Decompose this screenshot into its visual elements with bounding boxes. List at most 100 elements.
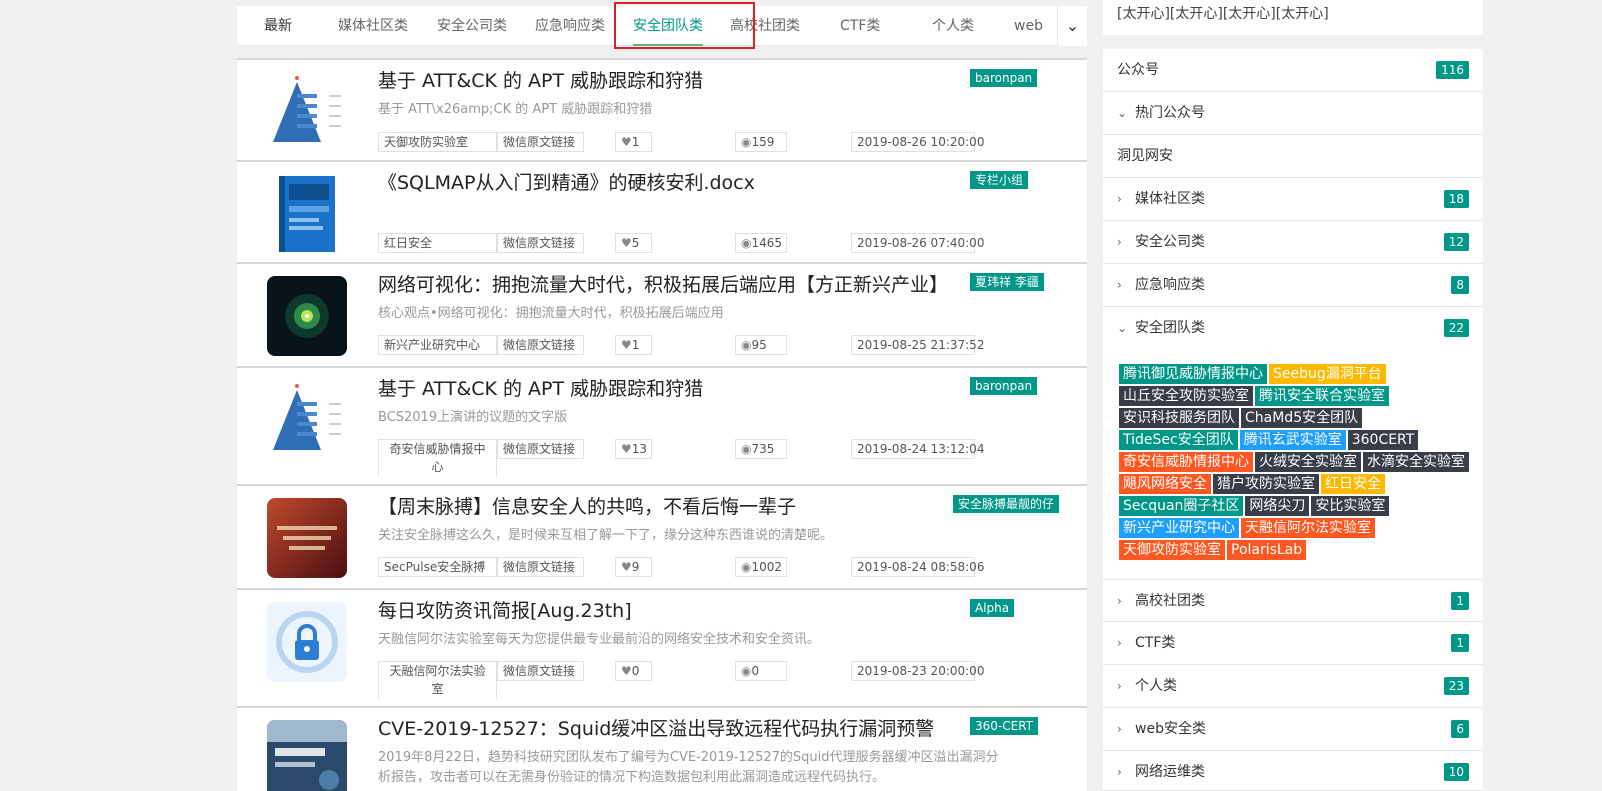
article-item[interactable]: CVE-2019-12527：Squid缓冲区溢出导致远程代码执行漏洞预警 20… <box>237 706 1087 791</box>
category-tab-bar: 最新 媒体社区类 安全公司类 应急响应类 安全团队类 高校社团类 CTF类 个人… <box>237 6 1087 46</box>
eye-icon: ◉ <box>741 560 752 574</box>
article-item[interactable]: 基于 ATT&CK 的 APT 威胁跟踪和狩猎 基于 ATT\x26amp;CK… <box>237 58 1087 160</box>
source-tag[interactable]: 红日安全 <box>378 233 497 253</box>
sidebar-item-team[interactable]: ⌄ 安全团队类 22 <box>1103 307 1483 350</box>
team-tag[interactable]: 水滴安全实验室 <box>1363 452 1469 472</box>
source-tag[interactable]: 奇安信威胁情报中心 <box>378 439 497 477</box>
article-item[interactable]: 《SQLMAP从入门到精通》的硬核安利.docx 专栏小组 红日安全 微信原文链… <box>237 160 1087 262</box>
sidebar-item-university[interactable]: › 高校社团类 1 <box>1103 579 1483 622</box>
article-thumbnail[interactable] <box>267 380 347 460</box>
tab-ctf[interactable]: CTF类 <box>840 6 880 46</box>
network-eye-icon <box>267 276 347 356</box>
sidebar-item-ops[interactable]: › 网络运维类 10 <box>1103 751 1483 791</box>
article-item[interactable]: 网络可视化：拥抱流量大时代，积极拓展后端应用【方正新兴产业】 核心观点•网络可视… <box>237 262 1087 366</box>
team-tag[interactable]: Secquan圈子社区 <box>1119 496 1244 516</box>
article-thumbnail[interactable] <box>267 602 347 682</box>
article-title[interactable]: 基于 ATT&CK 的 APT 威胁跟踪和狩猎 <box>378 374 703 401</box>
team-tag[interactable]: TideSec安全团队 <box>1119 430 1238 450</box>
count-badge: 10 <box>1443 763 1469 781</box>
like-count[interactable]: ♥9 <box>615 557 652 577</box>
tab-company[interactable]: 安全公司类 <box>437 6 507 46</box>
article-title[interactable]: 每日攻防资讯简报[Aug.23th] <box>378 596 632 623</box>
team-tag[interactable]: 腾讯御见威胁情报中心 <box>1119 364 1267 384</box>
team-tag[interactable]: ChaMd5安全团队 <box>1241 408 1363 428</box>
wechat-link[interactable]: 微信原文链接 <box>497 233 584 253</box>
article-title[interactable]: 【周末脉搏】信息安全人的共鸣，不看后悔一辈子 <box>378 492 796 519</box>
sidebar-item-personal[interactable]: › 个人类 23 <box>1103 665 1483 708</box>
sidebar-hot-account[interactable]: 洞见网安 <box>1103 135 1483 178</box>
article-item[interactable]: 基于 ATT&CK 的 APT 威胁跟踪和狩猎 BCS2019上演讲的议题的文字… <box>237 366 1087 484</box>
wechat-link[interactable]: 微信原文链接 <box>497 557 584 577</box>
team-tag[interactable]: Seebug漏洞平台 <box>1269 364 1386 384</box>
source-tag[interactable]: SecPulse安全脉搏 <box>378 557 497 577</box>
wechat-link[interactable]: 微信原文链接 <box>497 439 584 459</box>
view-count: ◉735 <box>735 439 787 459</box>
sidebar-item-hot[interactable]: ⌄ 热门公众号 <box>1103 92 1483 135</box>
tab-emergency[interactable]: 应急响应类 <box>535 6 605 46</box>
source-tag[interactable]: 新兴产业研究中心 <box>378 335 497 355</box>
team-tag[interactable]: 红日安全 <box>1321 474 1385 494</box>
team-tag-cloud: 腾讯御见威胁情报中心 Seebug漏洞平台山丘安全攻防实验室 腾讯安全联合实验室安识… <box>1119 364 1479 562</box>
article-summary: 核心观点•网络可视化：拥抱流量大时代，积极拓展后端应用 <box>378 306 724 321</box>
count-badge: 12 <box>1443 233 1469 251</box>
team-tag[interactable]: 安识科技服务团队 <box>1119 408 1239 428</box>
tab-more-button[interactable]: ⌄ <box>1057 6 1087 46</box>
team-tag[interactable]: 飓风网络安全 <box>1119 474 1211 494</box>
team-tag[interactable]: 山丘安全攻防实验室 <box>1119 386 1253 406</box>
like-count[interactable]: ♥13 <box>615 439 652 459</box>
article-thumbnail[interactable] <box>267 498 347 578</box>
article-title[interactable]: 网络可视化：拥抱流量大时代，积极拓展后端应用【方正新兴产业】 <box>378 270 948 297</box>
article-thumbnail[interactable] <box>267 72 347 152</box>
eye-icon: ◉ <box>741 664 752 678</box>
sidebar-item-web[interactable]: › web安全类 6 <box>1103 708 1483 751</box>
team-tag[interactable]: 新兴产业研究中心 <box>1119 518 1239 538</box>
source-tag[interactable]: 天御攻防实验室 <box>378 132 497 152</box>
tab-university[interactable]: 高校社团类 <box>730 6 800 46</box>
team-tag[interactable]: PolarisLab <box>1227 540 1307 560</box>
tab-latest[interactable]: 最新 <box>264 6 292 46</box>
article-title[interactable]: 《SQLMAP从入门到精通》的硬核安利.docx <box>378 168 755 195</box>
like-count[interactable]: ♥5 <box>615 233 652 253</box>
article-thumbnail[interactable] <box>267 720 347 791</box>
article-title[interactable]: 基于 ATT&CK 的 APT 威胁跟踪和狩猎 <box>378 66 703 93</box>
sidebar-item-media[interactable]: › 媒体社区类 18 <box>1103 178 1483 221</box>
article-item[interactable]: 每日攻防资讯简报[Aug.23th] 天融信阿尔法实验室每天为您提供最专业最前沿… <box>237 588 1087 706</box>
team-tag[interactable]: 天融信阿尔法实验室 <box>1241 518 1375 538</box>
publish-date: 2019-08-26 10:20:00 <box>851 132 984 152</box>
eye-icon: ◉ <box>741 442 752 456</box>
article-thumbnail[interactable] <box>267 174 347 254</box>
team-tag[interactable]: 腾讯玄武实验室 <box>1239 430 1346 450</box>
sidebar-item-ctf[interactable]: › CTF类 1 <box>1103 622 1483 665</box>
wechat-link[interactable]: 微信原文链接 <box>497 132 584 152</box>
wechat-link[interactable]: 微信原文链接 <box>497 661 584 681</box>
tab-media[interactable]: 媒体社区类 <box>338 6 408 46</box>
team-tag[interactable]: 360CERT <box>1347 430 1419 450</box>
sidebar-item-label: 网络运维类 <box>1135 764 1205 780</box>
article-item[interactable]: 【周末脉搏】信息安全人的共鸣，不看后悔一辈子 关注安全脉搏这么久，是时候来互相了… <box>237 484 1087 588</box>
tab-web[interactable]: web <box>1014 6 1043 46</box>
count-badge: 6 <box>1451 720 1469 738</box>
sidebar-item-emergency[interactable]: › 应急响应类 8 <box>1103 264 1483 307</box>
tab-personal[interactable]: 个人类 <box>932 6 974 46</box>
eye-icon: ◉ <box>741 338 752 352</box>
team-tag[interactable]: 腾讯安全联合实验室 <box>1255 386 1389 406</box>
source-tag[interactable]: 天融信阿尔法实验室 <box>378 661 497 699</box>
team-tag[interactable]: 安比实验室 <box>1311 496 1390 516</box>
chevron-down-icon: ⌄ <box>1117 321 1128 335</box>
article-title[interactable]: CVE-2019-12527：Squid缓冲区溢出导致远程代码执行漏洞预警 <box>378 714 934 741</box>
tab-team[interactable]: 安全团队类 <box>633 6 703 46</box>
sidebar-item-company[interactable]: › 安全公司类 12 <box>1103 221 1483 264</box>
team-tag[interactable]: 网络尖刀 <box>1245 496 1310 516</box>
article-thumbnail[interactable] <box>267 276 347 356</box>
team-tag[interactable]: 天御攻防实验室 <box>1119 540 1225 560</box>
heart-icon: ♥ <box>621 560 632 574</box>
like-count[interactable]: ♥0 <box>615 661 652 681</box>
team-tag[interactable]: 奇安信威胁情报中心 <box>1119 452 1253 472</box>
like-count[interactable]: ♥1 <box>615 132 652 152</box>
wechat-link[interactable]: 微信原文链接 <box>497 335 584 355</box>
team-tag[interactable]: 火绒安全实验室 <box>1255 452 1361 472</box>
sidebar-header[interactable]: 公众号 116 <box>1103 49 1483 92</box>
team-tag[interactable]: 猎户攻防实验室 <box>1213 474 1319 494</box>
sidebar-item-label: 高校社团类 <box>1135 593 1205 609</box>
like-count[interactable]: ♥1 <box>615 335 652 355</box>
